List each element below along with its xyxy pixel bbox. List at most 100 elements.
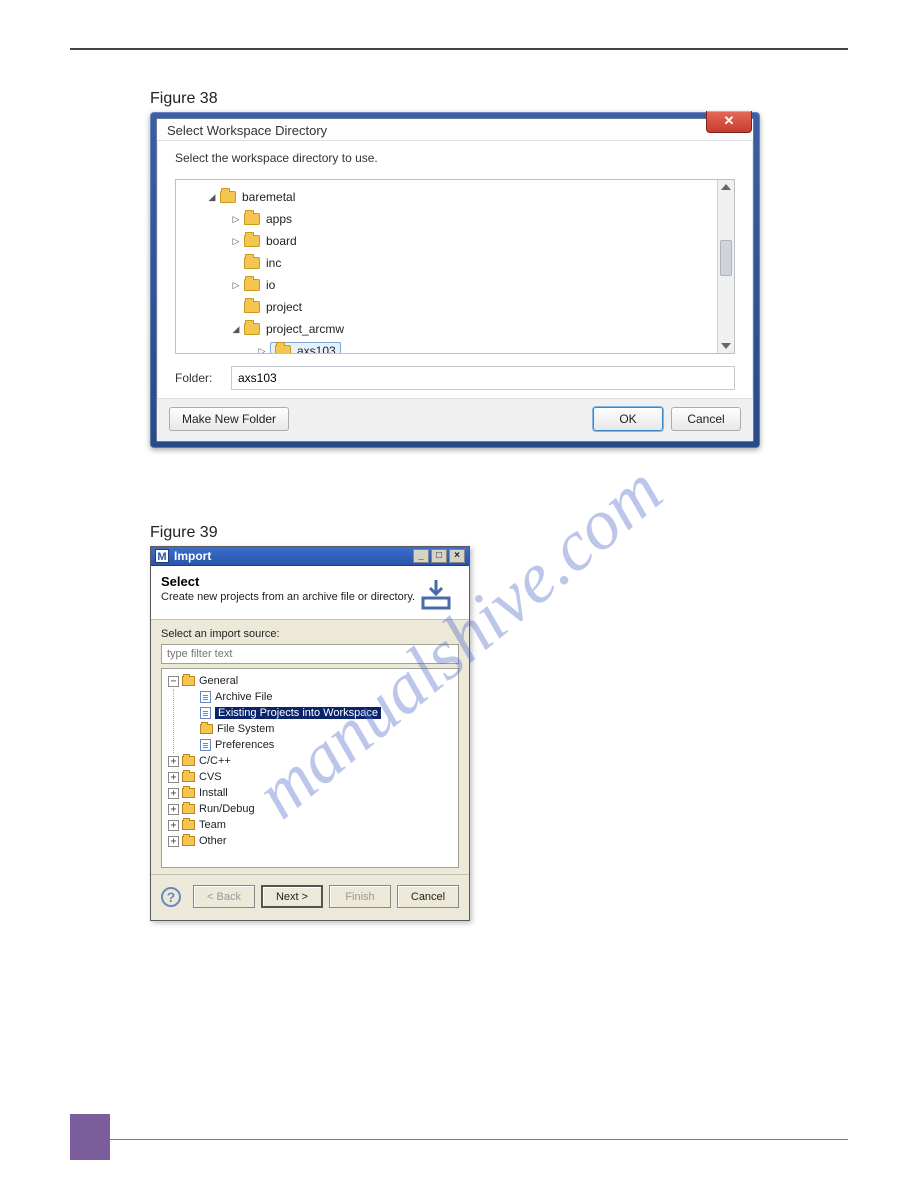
- cancel-button[interactable]: Cancel: [671, 407, 741, 431]
- tree-item-label: inc: [266, 256, 281, 270]
- make-new-folder-button[interactable]: Make New Folder: [169, 407, 289, 431]
- preferences-icon: [200, 739, 211, 751]
- minimize-button[interactable]: _: [413, 549, 429, 563]
- collapse-icon[interactable]: ◢: [230, 324, 242, 335]
- project-icon: [200, 707, 211, 719]
- import-source-tree[interactable]: − General Archive File Existing Projects…: [161, 668, 459, 868]
- src-label: C/C++: [199, 755, 231, 767]
- import-dialog: M Import _ □ × Select Create new project…: [150, 546, 470, 921]
- directory-tree[interactable]: ◢ baremetal ▷ apps ▷ board: [175, 179, 735, 354]
- src-other[interactable]: + Other: [164, 833, 456, 849]
- folder-icon: [200, 724, 213, 734]
- folder-icon: [182, 772, 195, 782]
- expand-icon[interactable]: +: [168, 836, 179, 847]
- collapse-icon[interactable]: −: [168, 676, 179, 687]
- finish-button[interactable]: Finish: [329, 885, 391, 908]
- src-label: Existing Projects into Workspace: [215, 707, 381, 719]
- src-ccpp[interactable]: + C/C++: [164, 753, 456, 769]
- src-label: Archive File: [215, 691, 272, 703]
- src-label: Other: [199, 835, 227, 847]
- src-label: Run/Debug: [199, 803, 255, 815]
- tree-item-label: board: [266, 234, 297, 248]
- folder-icon: [182, 756, 195, 766]
- select-workspace-dialog: ✕ Select Workspace Directory Select the …: [150, 112, 760, 448]
- archive-icon: [200, 691, 211, 703]
- src-rundebug[interactable]: + Run/Debug: [164, 801, 456, 817]
- collapse-icon[interactable]: ◢: [206, 192, 218, 203]
- tree-item-io[interactable]: ▷ io: [180, 274, 730, 296]
- src-label: File System: [217, 723, 274, 735]
- folder-icon: [182, 804, 195, 814]
- expand-icon[interactable]: ▷: [230, 236, 242, 247]
- tree-item-project-arcmw[interactable]: ◢ project_arcmw: [180, 318, 730, 340]
- expand-icon[interactable]: ▷: [256, 346, 268, 355]
- tree-item-label: baremetal: [242, 190, 295, 204]
- expand-icon[interactable]: ▷: [230, 214, 242, 225]
- folder-icon: [244, 279, 260, 291]
- src-label: CVS: [199, 771, 222, 783]
- tree-item-label: project: [266, 300, 302, 314]
- tree-item-board[interactable]: ▷ board: [180, 230, 730, 252]
- tree-item-apps[interactable]: ▷ apps: [180, 208, 730, 230]
- src-label: Team: [199, 819, 226, 831]
- folder-icon: [244, 235, 260, 247]
- src-team[interactable]: + Team: [164, 817, 456, 833]
- expand-icon[interactable]: +: [168, 756, 179, 767]
- expand-icon[interactable]: +: [168, 820, 179, 831]
- folder-icon: [244, 257, 260, 269]
- import-icon: [415, 574, 457, 616]
- page-top-rule: [70, 48, 848, 50]
- expand-icon[interactable]: +: [168, 788, 179, 799]
- close-button[interactable]: ×: [449, 549, 465, 563]
- tree-item-project[interactable]: project: [180, 296, 730, 318]
- src-label: General: [199, 675, 238, 687]
- page-bottom-rule: [110, 1139, 848, 1140]
- folder-input[interactable]: [231, 366, 735, 390]
- src-file-system[interactable]: File System: [182, 721, 456, 737]
- page-accent-block: [70, 1114, 110, 1160]
- filter-input[interactable]: [161, 644, 459, 664]
- dialog-prompt: Select the workspace directory to use.: [175, 151, 735, 165]
- folder-icon: [182, 820, 195, 830]
- folder-field-label: Folder:: [175, 371, 231, 385]
- tree-item-label: io: [266, 278, 275, 292]
- help-button[interactable]: ?: [161, 887, 181, 907]
- tree-item-label: axs103: [297, 344, 336, 354]
- folder-icon: [182, 676, 195, 686]
- src-existing-projects[interactable]: Existing Projects into Workspace: [182, 705, 456, 721]
- cancel-button[interactable]: Cancel: [397, 885, 459, 908]
- expand-icon[interactable]: +: [168, 804, 179, 815]
- expand-icon[interactable]: +: [168, 772, 179, 783]
- maximize-button[interactable]: □: [431, 549, 447, 563]
- import-source-label: Select an import source:: [161, 628, 459, 640]
- folder-icon: [244, 301, 260, 313]
- import-titlebar: M Import _ □ ×: [151, 547, 469, 566]
- scrollbar[interactable]: [717, 180, 734, 353]
- scrollbar-thumb[interactable]: [720, 240, 732, 276]
- expand-icon[interactable]: ▷: [230, 280, 242, 291]
- tree-item-inc[interactable]: inc: [180, 252, 730, 274]
- figure38-label: Figure 38: [150, 90, 848, 108]
- ok-button[interactable]: OK: [593, 407, 663, 431]
- tree-item-label: apps: [266, 212, 292, 226]
- tree-item-label: project_arcmw: [266, 322, 344, 336]
- folder-icon: [220, 191, 236, 203]
- src-preferences[interactable]: Preferences: [182, 737, 456, 753]
- folder-icon: [244, 323, 260, 335]
- folder-icon: [182, 836, 195, 846]
- back-button[interactable]: < Back: [193, 885, 255, 908]
- tree-item-baremetal[interactable]: ◢ baremetal: [180, 186, 730, 208]
- next-button[interactable]: Next >: [261, 885, 323, 908]
- src-archive-file[interactable]: Archive File: [182, 689, 456, 705]
- src-label: Preferences: [215, 739, 274, 751]
- src-general[interactable]: − General: [164, 673, 456, 689]
- dialog-title: Select Workspace Directory: [157, 119, 753, 141]
- src-label: Install: [199, 787, 228, 799]
- figure39-label: Figure 39: [150, 524, 848, 542]
- src-cvs[interactable]: + CVS: [164, 769, 456, 785]
- folder-icon: [244, 213, 260, 225]
- src-install[interactable]: + Install: [164, 785, 456, 801]
- close-button[interactable]: ✕: [706, 111, 752, 133]
- import-title: Import: [174, 549, 211, 563]
- tree-item-axs103[interactable]: ▷ axs103: [180, 340, 730, 354]
